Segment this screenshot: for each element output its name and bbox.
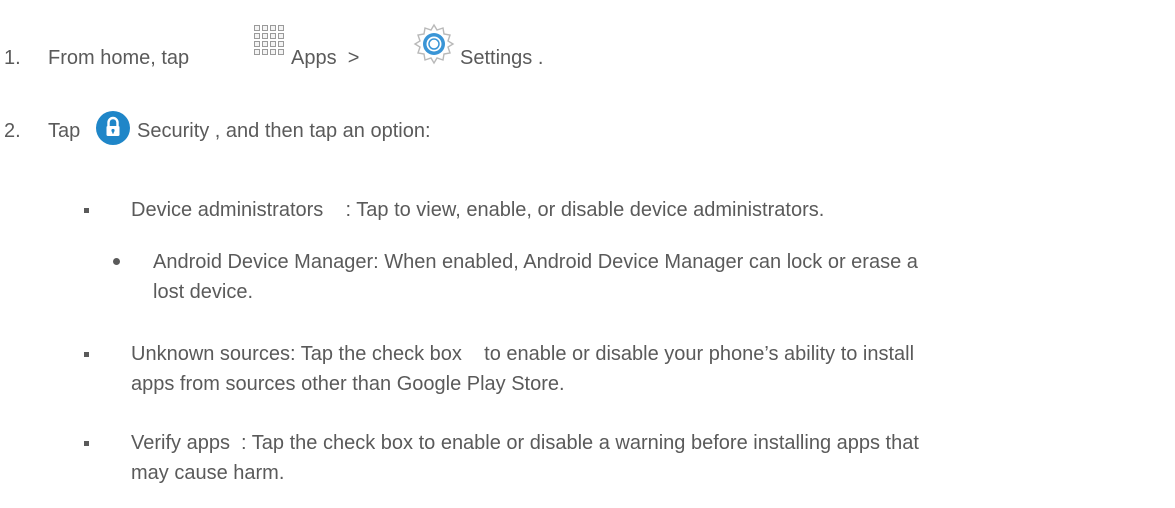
- option-verify-apps-line-1: Verify apps : Tap the check box to enabl…: [131, 432, 919, 454]
- square-bullet: [84, 352, 89, 357]
- step-1-text-c: Settings .: [460, 47, 544, 69]
- option-verify-apps-line-2: may cause harm.: [131, 462, 285, 484]
- step-1-number: 1.: [4, 47, 21, 69]
- step-1-text-b: Apps >: [291, 47, 360, 69]
- step-2-text-a: Tap: [48, 120, 81, 142]
- step-2: 2. Tap Security , and then tap an option…: [0, 110, 1175, 150]
- option-device-administrators-text: Device administrators : Tap to view, ena…: [131, 199, 825, 221]
- option-unknown-sources-line-1: Unknown sources: Tap the check box to en…: [131, 343, 915, 365]
- square-bullet: [84, 208, 89, 213]
- step-1-text-a: From home, tap: [48, 47, 190, 69]
- option-unknown-sources-line-2: apps from sources other than Google Play…: [131, 373, 565, 395]
- apps-grid-icon: [254, 25, 284, 55]
- suboption-android-device-manager: Android Device Manager: When enabled, An…: [0, 250, 1175, 304]
- option-verify-apps: Verify apps : Tap the check box to enabl…: [0, 431, 1175, 485]
- settings-gear-icon: [413, 23, 455, 65]
- step-2-number: 2.: [4, 120, 21, 142]
- suboption-line-2: lost device.: [153, 281, 254, 303]
- round-bullet: [113, 258, 120, 265]
- square-bullet: [84, 441, 89, 446]
- suboption-line-1: Android Device Manager: When enabled, An…: [153, 251, 918, 273]
- option-unknown-sources: Unknown sources: Tap the check box to en…: [0, 342, 1175, 396]
- step-2-text-b: Security , and then tap an option:: [137, 120, 431, 142]
- option-device-administrators: Device administrators : Tap to view, ena…: [0, 198, 1175, 222]
- security-lock-icon: [96, 111, 130, 145]
- step-1: 1. From home, tap Apps > Settings .: [0, 23, 1175, 75]
